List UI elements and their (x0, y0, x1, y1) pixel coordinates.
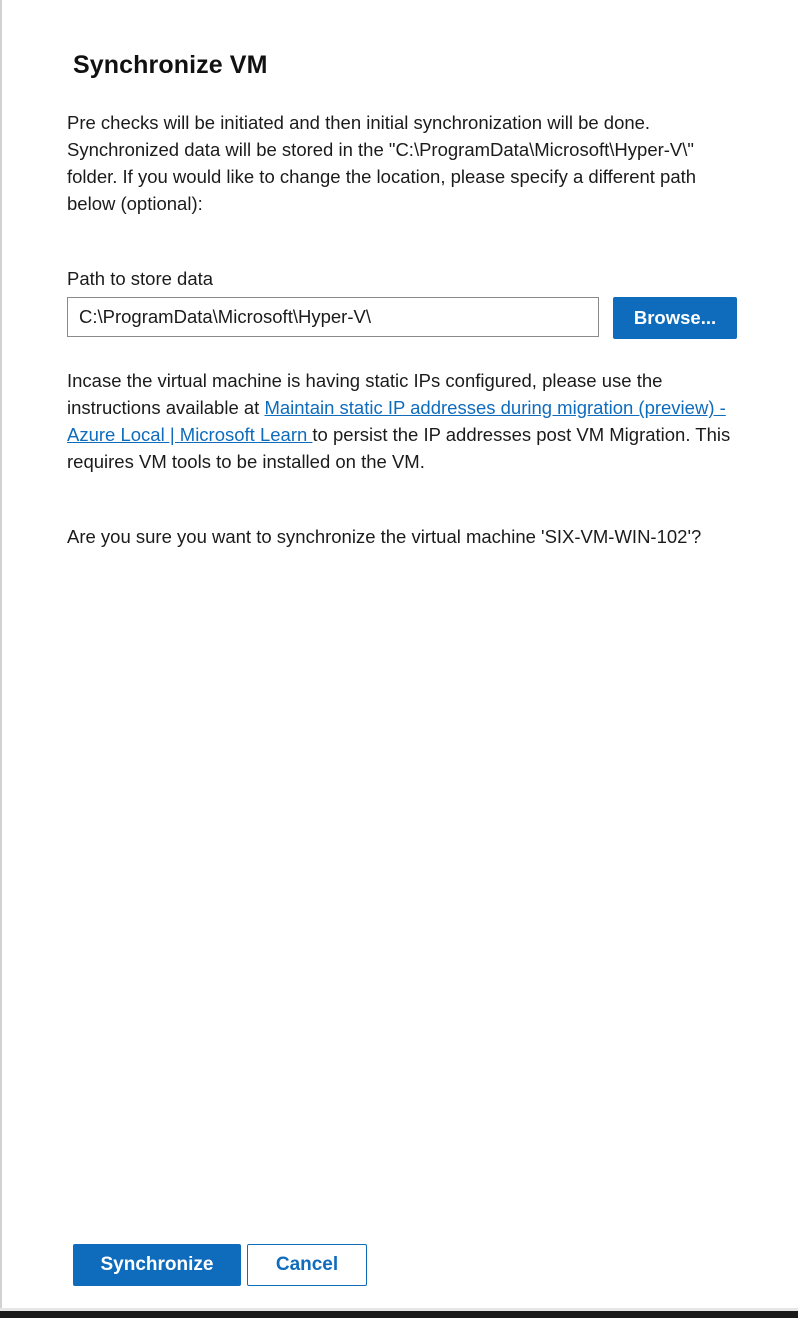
dialog-title: Synchronize VM (73, 51, 268, 79)
browse-button[interactable]: Browse... (613, 297, 737, 339)
confirm-text: Are you sure you want to synchronize the… (67, 526, 702, 547)
cancel-button[interactable]: Cancel (247, 1244, 367, 1286)
path-input[interactable] (67, 297, 599, 337)
panel-left-border (0, 0, 2, 1310)
synchronize-button[interactable]: Synchronize (73, 1244, 241, 1286)
taskbar-edge (0, 1311, 798, 1318)
static-ip-info-text: Incase the virtual machine is having sta… (67, 367, 743, 475)
intro-text: Pre checks will be initiated and then in… (67, 112, 697, 214)
path-label: Path to store data (67, 268, 214, 289)
